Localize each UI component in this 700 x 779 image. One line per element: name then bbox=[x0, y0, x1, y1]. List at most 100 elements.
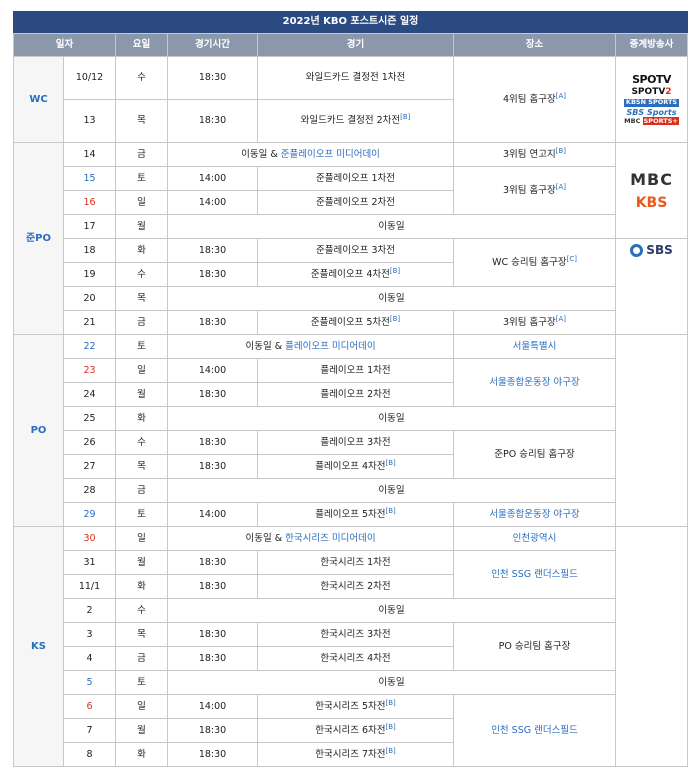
note-link[interactable]: [B] bbox=[556, 147, 566, 155]
note-link[interactable]: [C] bbox=[567, 255, 577, 263]
date-cell: 8 bbox=[62, 742, 117, 767]
time-cell: 18:30 bbox=[167, 430, 259, 455]
incheon-link[interactable]: 인천광역시 bbox=[513, 533, 557, 544]
note-link[interactable]: [B] bbox=[386, 459, 396, 467]
day-cell: 수 bbox=[115, 598, 169, 623]
date-cell: 5 bbox=[62, 670, 117, 695]
date-cell: 2 bbox=[62, 598, 117, 623]
time-cell: 18:30 bbox=[167, 382, 259, 407]
ssg-landers-field-link[interactable]: 인천 SSG 랜더스필드 bbox=[491, 725, 578, 736]
date-cell: 15 bbox=[62, 166, 117, 191]
game-cell: 와일드카드 결정전 1차전 bbox=[257, 56, 455, 100]
game-cell: 플레이오프 1차전 bbox=[257, 358, 455, 383]
note-link[interactable]: [A] bbox=[556, 92, 566, 100]
ssg-landers-field-link[interactable]: 인천 SSG 랜더스필드 bbox=[491, 569, 578, 580]
media-day-cell: 이동일 & 준플레이오프 미디어데이 bbox=[167, 142, 455, 167]
date-cell: 21 bbox=[62, 310, 117, 335]
ks-media-day-link[interactable]: 한국시리즈 미디어데이 bbox=[285, 533, 375, 544]
po-media-day-link[interactable]: 플레이오프 미디어데이 bbox=[285, 341, 375, 352]
time-cell: 18:30 bbox=[167, 56, 259, 100]
time-cell: 14:00 bbox=[167, 358, 259, 383]
travel-day-cell: 이동일 bbox=[167, 406, 617, 431]
game-cell: 준플레이오프 5차전[B] bbox=[257, 310, 455, 335]
spotv2-number: 2 bbox=[665, 87, 672, 98]
time-cell: 18:30 bbox=[167, 718, 259, 743]
note-link[interactable]: [B] bbox=[386, 507, 396, 515]
phase-semi-po[interactable]: 준PO bbox=[13, 142, 64, 335]
venue-label: 4위팀 홈구장 bbox=[503, 93, 556, 105]
game-cell: 와일드카드 결정전 2차전[B] bbox=[257, 99, 455, 143]
venue-cell: PO 승리팀 홈구장 bbox=[453, 622, 617, 671]
day-cell: 금 bbox=[115, 478, 169, 503]
time-cell: 18:30 bbox=[167, 574, 259, 599]
day-cell: 월 bbox=[115, 382, 169, 407]
travel-day-cell: 이동일 bbox=[167, 478, 617, 503]
date-cell: 25 bbox=[62, 406, 117, 431]
time-cell: 18:30 bbox=[167, 454, 259, 479]
mbc-sports-text: MBC bbox=[624, 117, 641, 126]
note-link[interactable]: [B] bbox=[400, 113, 410, 121]
media-day-prefix: 이동일 & bbox=[245, 340, 286, 352]
game-cell: 한국시리즈 6차전[B] bbox=[257, 718, 455, 743]
seoul-link[interactable]: 서울특별시 bbox=[513, 341, 557, 352]
date-cell: 19 bbox=[62, 262, 117, 287]
header-time: 경기시간 bbox=[167, 33, 259, 57]
phase-wc[interactable]: WC bbox=[13, 56, 64, 143]
note-link[interactable]: [B] bbox=[386, 747, 396, 755]
sbs-logo: SBS bbox=[616, 243, 687, 257]
jamsil-link[interactable]: 서울종합운동장 야구장 bbox=[489, 509, 579, 520]
phase-po[interactable]: PO bbox=[13, 334, 64, 527]
day-cell: 수 bbox=[115, 262, 169, 287]
phase-ks[interactable]: KS bbox=[13, 526, 64, 767]
venue-cell: 준PO 승리팀 홈구장 bbox=[453, 430, 617, 479]
header-broadcaster: 중계방송사 bbox=[615, 33, 689, 57]
game-cell: 플레이오프 4차전[B] bbox=[257, 454, 455, 479]
venue-label: 3위팀 연고지 bbox=[503, 148, 556, 160]
game-cell: 준플레이오프 4차전[B] bbox=[257, 262, 455, 287]
header-venue: 장소 bbox=[453, 33, 617, 57]
travel-day-cell: 이동일 bbox=[167, 214, 617, 239]
day-cell: 화 bbox=[115, 238, 169, 263]
note-link[interactable]: [B] bbox=[390, 315, 400, 323]
game-cell: 플레이오프 3차전 bbox=[257, 430, 455, 455]
date-cell: 11/1 bbox=[62, 574, 117, 599]
travel-day-cell: 이동일 bbox=[167, 670, 617, 695]
media-day-prefix: 이동일 & bbox=[241, 148, 281, 160]
note-link[interactable]: [B] bbox=[386, 699, 396, 707]
spotv2-logo: SPOTV2 bbox=[631, 87, 671, 98]
date-cell: 3 bbox=[62, 622, 117, 647]
time-cell: 14:00 bbox=[167, 166, 259, 191]
day-cell: 화 bbox=[115, 406, 169, 431]
day-cell: 수 bbox=[115, 430, 169, 455]
day-cell: 토 bbox=[115, 166, 169, 191]
broadcaster-cell-ks bbox=[615, 526, 689, 767]
game-cell: 한국시리즈 3차전 bbox=[257, 622, 455, 647]
venue-cell: 서울종합운동장 야구장 bbox=[453, 502, 617, 527]
spotv-logo: SPOTV bbox=[632, 72, 671, 86]
time-cell: 14:00 bbox=[167, 694, 259, 719]
date-cell: 10/12 bbox=[62, 56, 117, 100]
note-link[interactable]: [B] bbox=[390, 267, 400, 275]
time-cell: 14:00 bbox=[167, 502, 259, 527]
venue-cell: 3위팀 연고지[B] bbox=[453, 142, 617, 167]
kbsn-sports-logo: KBSN SPORTS bbox=[623, 97, 680, 107]
date-cell: 24 bbox=[62, 382, 117, 407]
semi-po-media-day-link[interactable]: 준플레이오프 미디어데이 bbox=[281, 149, 380, 160]
date-cell: 22 bbox=[62, 334, 117, 359]
day-cell: 월 bbox=[115, 214, 169, 239]
spotv2-text: SPOTV bbox=[631, 87, 666, 98]
note-link[interactable]: [B] bbox=[386, 723, 396, 731]
jamsil-link[interactable]: 서울종합운동장 야구장 bbox=[489, 377, 579, 388]
venue-cell: 인천광역시 bbox=[453, 526, 617, 551]
day-cell: 화 bbox=[115, 742, 169, 767]
date-cell: 29 bbox=[62, 502, 117, 527]
time-cell: 18:30 bbox=[167, 742, 259, 767]
date-cell: 13 bbox=[62, 99, 117, 143]
date-cell: 28 bbox=[62, 478, 117, 503]
time-cell: 18:30 bbox=[167, 622, 259, 647]
time-cell: 18:30 bbox=[167, 646, 259, 671]
media-day-cell: 이동일 & 한국시리즈 미디어데이 bbox=[167, 526, 455, 551]
date-cell: 31 bbox=[62, 550, 117, 575]
note-link[interactable]: [A] bbox=[556, 315, 566, 323]
note-link[interactable]: [A] bbox=[556, 183, 566, 191]
